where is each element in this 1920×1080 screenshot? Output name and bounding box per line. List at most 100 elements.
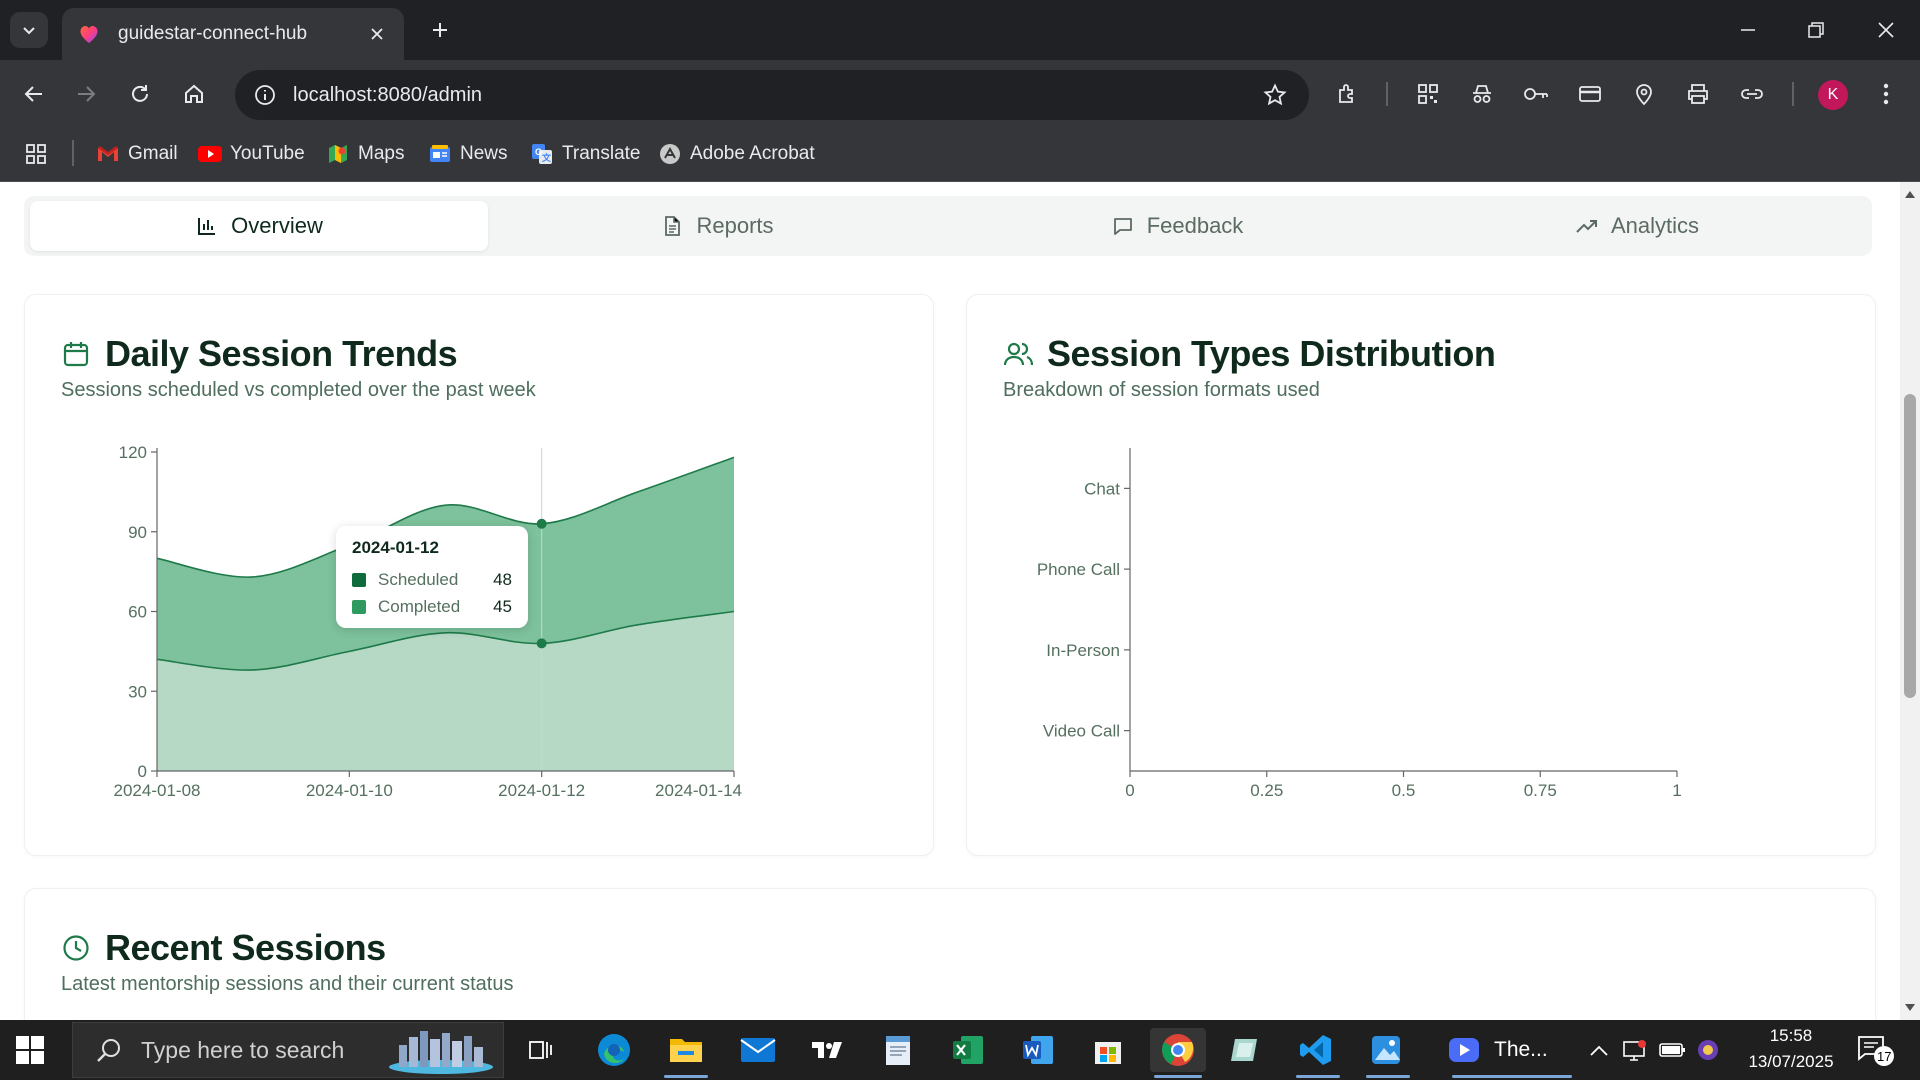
- address-bar[interactable]: localhost:8080/admin: [235, 70, 1309, 120]
- close-window-button[interactable]: [1866, 10, 1906, 50]
- bookmark-news[interactable]: News: [428, 139, 508, 169]
- page-scrollbar[interactable]: [1900, 182, 1920, 1020]
- legend-swatch: [352, 572, 366, 587]
- chevron-up-icon[interactable]: [1588, 1040, 1610, 1062]
- y-category-label: Chat: [1084, 479, 1120, 498]
- tooltip-row-completed: Completed 45: [352, 593, 512, 620]
- more-menu-icon[interactable]: [1868, 76, 1904, 112]
- reload-button[interactable]: [120, 74, 160, 114]
- y-tick-label: 90: [128, 523, 147, 542]
- print-icon[interactable]: [1680, 76, 1716, 112]
- taskbar-chrome[interactable]: [1150, 1028, 1206, 1072]
- scroll-down-icon[interactable]: [1904, 1002, 1916, 1014]
- tradingview-icon: [812, 1042, 842, 1058]
- reload-icon: [132, 85, 148, 102]
- notification-center-button[interactable]: 17: [1856, 1034, 1896, 1068]
- tooltip-series-value: 45: [493, 596, 512, 616]
- taskbar-search-box[interactable]: Type here to search: [72, 1022, 504, 1078]
- bookmark-gmail[interactable]: Gmail: [96, 139, 178, 169]
- home-icon: [185, 84, 203, 103]
- taskbar-zoom-window[interactable]: The...: [1448, 1028, 1578, 1072]
- close-icon: [1878, 22, 1894, 38]
- bookmark-youtube[interactable]: YouTube: [198, 139, 305, 169]
- x-tick-label: 2024-01-12: [498, 781, 585, 800]
- taskbar-word[interactable]: [1014, 1028, 1062, 1072]
- payment-card-icon[interactable]: [1572, 76, 1608, 112]
- forward-button[interactable]: [66, 74, 106, 114]
- url-text[interactable]: localhost:8080/admin: [293, 84, 1255, 107]
- mail-icon: [740, 1038, 776, 1062]
- hover-point-scheduled: [536, 518, 547, 529]
- youtube-icon: [198, 142, 222, 166]
- bookmark-star-icon[interactable]: [1255, 83, 1295, 107]
- profile-avatar[interactable]: K: [1818, 80, 1848, 110]
- running-indicator: [1154, 1075, 1202, 1078]
- qr-code-icon[interactable]: [1410, 76, 1446, 112]
- running-indicator: [1452, 1075, 1572, 1078]
- y-category-label: In-Person: [1046, 641, 1120, 660]
- taskbar-tradingview[interactable]: [804, 1028, 852, 1072]
- tab-search-button[interactable]: [10, 12, 48, 48]
- bookmark-translate[interactable]: G文 Translate: [530, 139, 641, 169]
- battery-icon[interactable]: [1658, 1040, 1686, 1060]
- back-button[interactable]: [14, 74, 54, 114]
- scroll-thumb[interactable]: [1904, 394, 1916, 698]
- tab-title: guidestar-connect-hub: [118, 23, 308, 44]
- word-icon: [1023, 1036, 1053, 1064]
- restore-button[interactable]: [1796, 10, 1836, 50]
- chrome-icon: [1162, 1034, 1194, 1066]
- taskbar-notepad[interactable]: [874, 1028, 922, 1072]
- bookmark-adobe-acrobat[interactable]: Adobe Acrobat: [658, 139, 815, 169]
- bookmark-label: YouTube: [230, 143, 305, 164]
- taskbar-mail[interactable]: [734, 1028, 782, 1072]
- bookmark-label: Translate: [562, 143, 641, 164]
- maps-icon: [326, 142, 350, 166]
- link-icon[interactable]: [1734, 76, 1770, 112]
- password-key-icon[interactable]: [1518, 76, 1554, 112]
- tab-close-icon[interactable]: [366, 23, 388, 45]
- translate-icon: G文: [530, 142, 554, 166]
- task-view-button[interactable]: [516, 1028, 564, 1072]
- minimize-icon: [1741, 29, 1755, 31]
- taskbar-store[interactable]: [1084, 1028, 1132, 1072]
- svg-text:文: 文: [541, 152, 552, 163]
- minimize-button[interactable]: [1728, 10, 1768, 50]
- network-monitor-icon[interactable]: [1622, 1038, 1648, 1062]
- photos-icon: [1372, 1036, 1400, 1064]
- taskbar-excel[interactable]: [944, 1028, 992, 1072]
- new-tab-button[interactable]: [424, 14, 456, 46]
- search-highlight-city-icon: [389, 1031, 493, 1074]
- extensions-icon[interactable]: [1330, 76, 1366, 112]
- hover-point-completed: [536, 638, 547, 649]
- incognito-icon[interactable]: [1464, 76, 1500, 112]
- x-tick-label: 0.75: [1524, 781, 1557, 800]
- search-icon: [89, 1037, 129, 1063]
- x-tick-label: 0: [1125, 781, 1134, 800]
- x-tick-label: 2024-01-08: [114, 781, 201, 800]
- app-tray-icon[interactable]: [1696, 1038, 1720, 1062]
- bookmark-maps[interactable]: Maps: [326, 139, 404, 169]
- windows-taskbar: Type here to search The... 15:58 13/07/2…: [0, 1020, 1920, 1080]
- edge-icon: [598, 1034, 630, 1066]
- clock-time[interactable]: 15:58: [1736, 1026, 1846, 1046]
- taskbar-paint-app[interactable]: [1362, 1028, 1410, 1072]
- y-category-label: Video Call: [1043, 722, 1120, 741]
- site-info-icon[interactable]: [245, 84, 285, 106]
- taskbar-edge[interactable]: [590, 1028, 638, 1072]
- taskbar-glass-app[interactable]: [1222, 1028, 1270, 1072]
- tooltip-series-value: 48: [493, 569, 512, 589]
- browser-tab[interactable]: guidestar-connect-hub: [62, 8, 404, 60]
- taskbar-file-explorer[interactable]: [662, 1028, 710, 1072]
- chart-tooltip: 2024-01-12 Scheduled 48 Completed 45: [336, 526, 528, 628]
- home-button[interactable]: [174, 74, 214, 114]
- windows-start-icon[interactable]: [16, 1036, 44, 1064]
- taskbar-vscode[interactable]: [1292, 1028, 1340, 1072]
- legend-swatch: [352, 599, 366, 614]
- excel-icon: [953, 1036, 983, 1064]
- clock-date[interactable]: 13/07/2025: [1736, 1052, 1846, 1072]
- apps-grid-button[interactable]: [24, 139, 56, 169]
- zoom-window-label: The...: [1494, 1038, 1548, 1061]
- page-viewport: Overview Reports Feedback Analytics Dail…: [0, 182, 1900, 1020]
- location-pin-icon[interactable]: [1626, 76, 1662, 112]
- scroll-up-icon[interactable]: [1904, 188, 1916, 200]
